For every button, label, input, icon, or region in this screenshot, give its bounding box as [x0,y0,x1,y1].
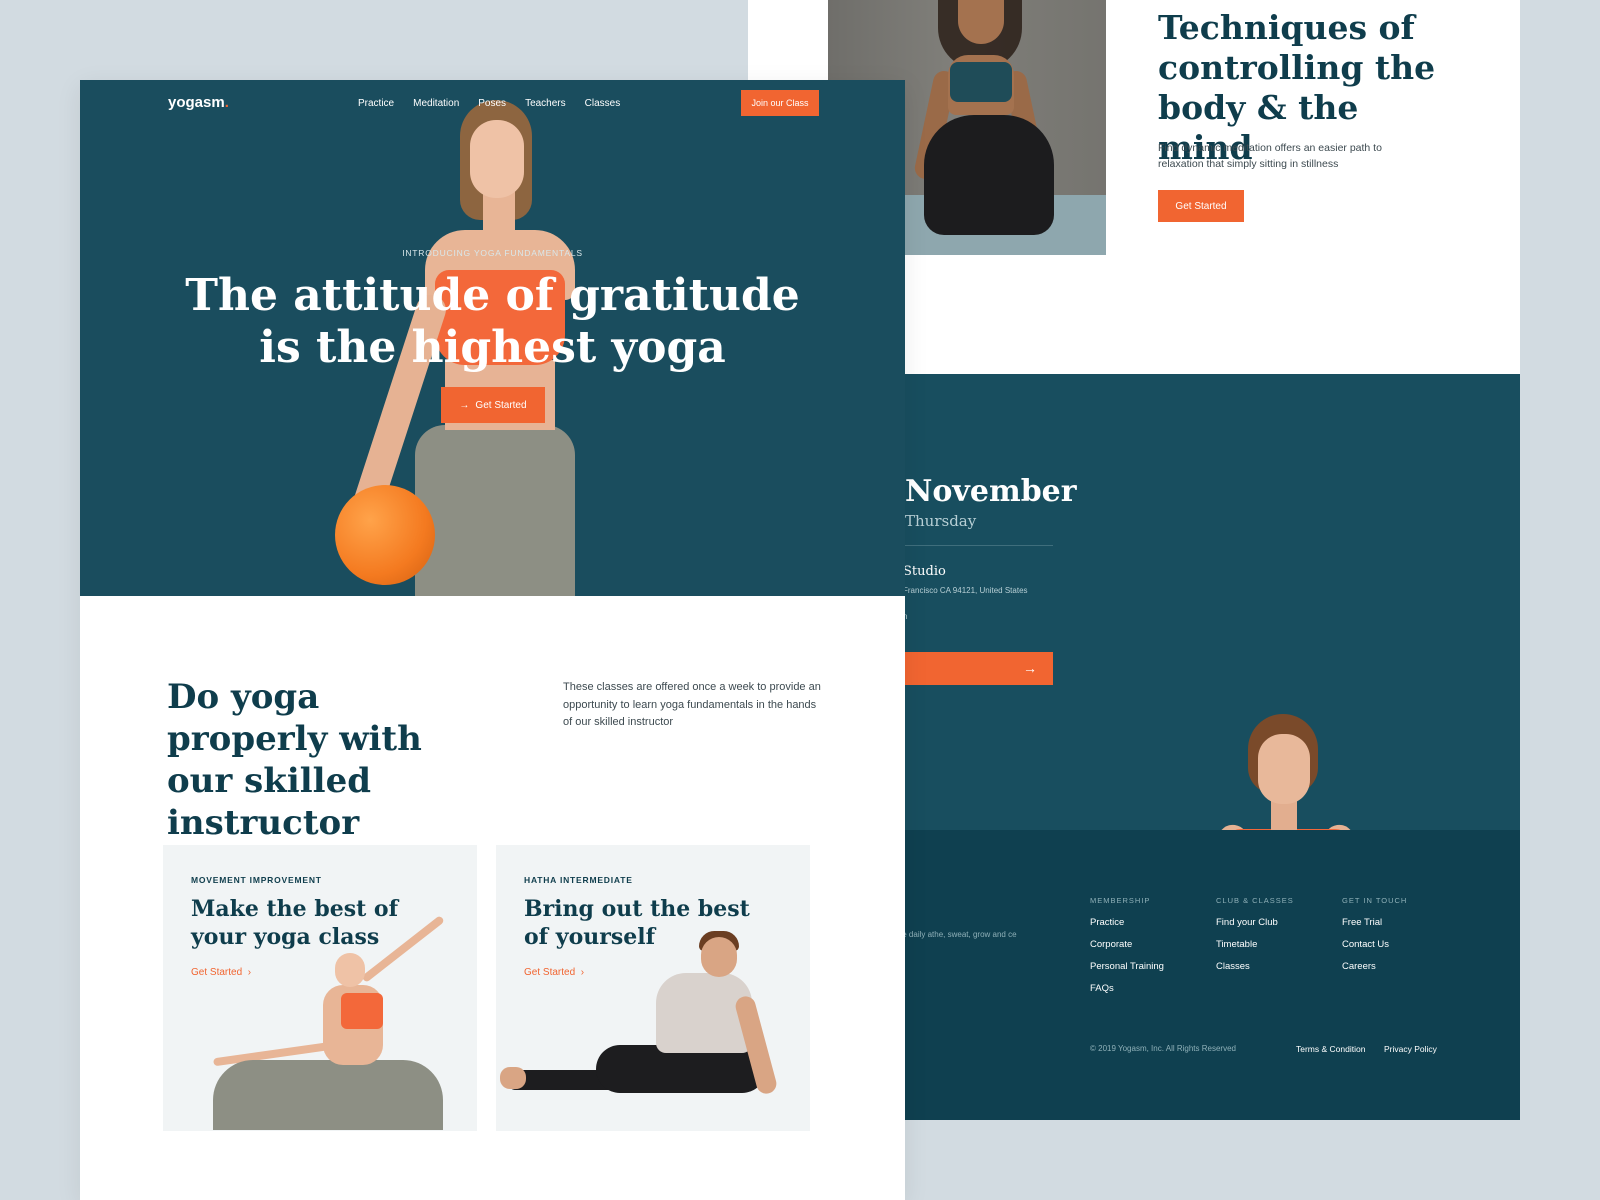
section-title: Do yoga properly with our skilled instru… [167,677,422,843]
card-title: Make the best of your yoga class [191,896,399,950]
hero-kicker: INTRODUCING YOGA FUNDAMENTALS [402,248,583,258]
card-get-started-link[interactable]: Get Started › [191,967,251,978]
arrow-right-icon: → [1023,660,1037,676]
section-description: These classes are offered once a week to… [563,681,821,728]
footer-link-classes[interactable]: Classes [1216,961,1294,972]
nav-classes[interactable]: Classes [585,98,621,109]
event-address: Francisco CA 94121, United States [903,586,1028,595]
card-kicker: HATHA INTERMEDIATE [524,875,633,885]
event-studio: Studio [903,564,946,579]
footer-heading: MEMBERSHIP [1090,896,1151,905]
logo-dot: . [224,94,229,111]
footer-link-free-trial[interactable]: Free Trial [1342,917,1407,928]
footer-col-get-in-touch: GET IN TOUCH Free Trial Contact Us Caree… [1342,896,1407,983]
hero-headline-line: The attitude of gratitude [185,270,800,321]
logo[interactable]: yogasm. [168,94,229,111]
hero-get-started-button[interactable]: → Get Started [441,387,545,423]
footer-heading: CLUB & CLASSES [1216,896,1294,905]
footer-link-corporate[interactable]: Corporate [1090,939,1164,950]
class-card-movement[interactable]: MOVEMENT IMPROVEMENT Make the best of yo… [163,845,477,1131]
footer-link-faqs[interactable]: FAQs [1090,983,1164,994]
technique-description: Find dynamic meditation offers an easier… [1158,142,1382,170]
nav-practice[interactable]: Practice [358,98,394,109]
nav-meditation[interactable]: Meditation [413,98,459,109]
footer-col-membership: MEMBERSHIP Practice Corporate Personal T… [1090,896,1164,1005]
technique-get-started-button[interactable]: Get Started [1158,190,1244,222]
nav-teachers[interactable]: Teachers [525,98,566,109]
hero-button-label: Get Started [475,399,527,411]
arrow-right-icon: → [459,399,470,411]
main-nav: Practice Meditation Poses Teachers Class… [358,98,620,109]
footer-heading: GET IN TOUCH [1342,896,1408,905]
join-class-button[interactable]: Join our Class [741,90,819,116]
nav-poses[interactable]: Poses [478,98,506,109]
copyright: © 2019 Yogasm, Inc. All Rights Reserved [1090,1044,1236,1053]
footer-link-find-club[interactable]: Find your Club [1216,917,1294,928]
footer-link-careers[interactable]: Careers [1342,961,1407,972]
card-link-label: Get Started [191,967,243,978]
footer-link-contact-us[interactable]: Contact Us [1342,939,1407,950]
chevron-right-icon: › [580,967,585,978]
footer-col-club-classes: CLUB & CLASSES Find your Club Timetable … [1216,896,1294,983]
class-card-hatha[interactable]: HATHA INTERMEDIATE Bring out the best of… [496,845,810,1131]
footer-link-timetable[interactable]: Timetable [1216,939,1294,950]
event-day: Thursday [905,512,977,530]
logo-text: yogasm [168,94,225,111]
card-link-label: Get Started [524,967,576,978]
hero-headline: The attitude of gratitude is the highest… [80,270,905,374]
card-get-started-link[interactable]: Get Started › [524,967,584,978]
event-month: November [905,474,1077,509]
footer-link-practice[interactable]: Practice [1090,917,1164,928]
hero-section: yogasm. Practice Meditation Poses Teache… [80,80,905,596]
privacy-link[interactable]: Privacy Policy [1384,1044,1437,1054]
front-page: yogasm. Practice Meditation Poses Teache… [80,80,905,1200]
ball-image [335,485,435,585]
footer-link-personal-training[interactable]: Personal Training [1090,961,1164,972]
chevron-right-icon: › [247,967,252,978]
card-kicker: MOVEMENT IMPROVEMENT [191,875,322,885]
terms-link[interactable]: Terms & Condition [1296,1044,1365,1054]
hero-headline-line: is the highest yoga [259,322,726,373]
